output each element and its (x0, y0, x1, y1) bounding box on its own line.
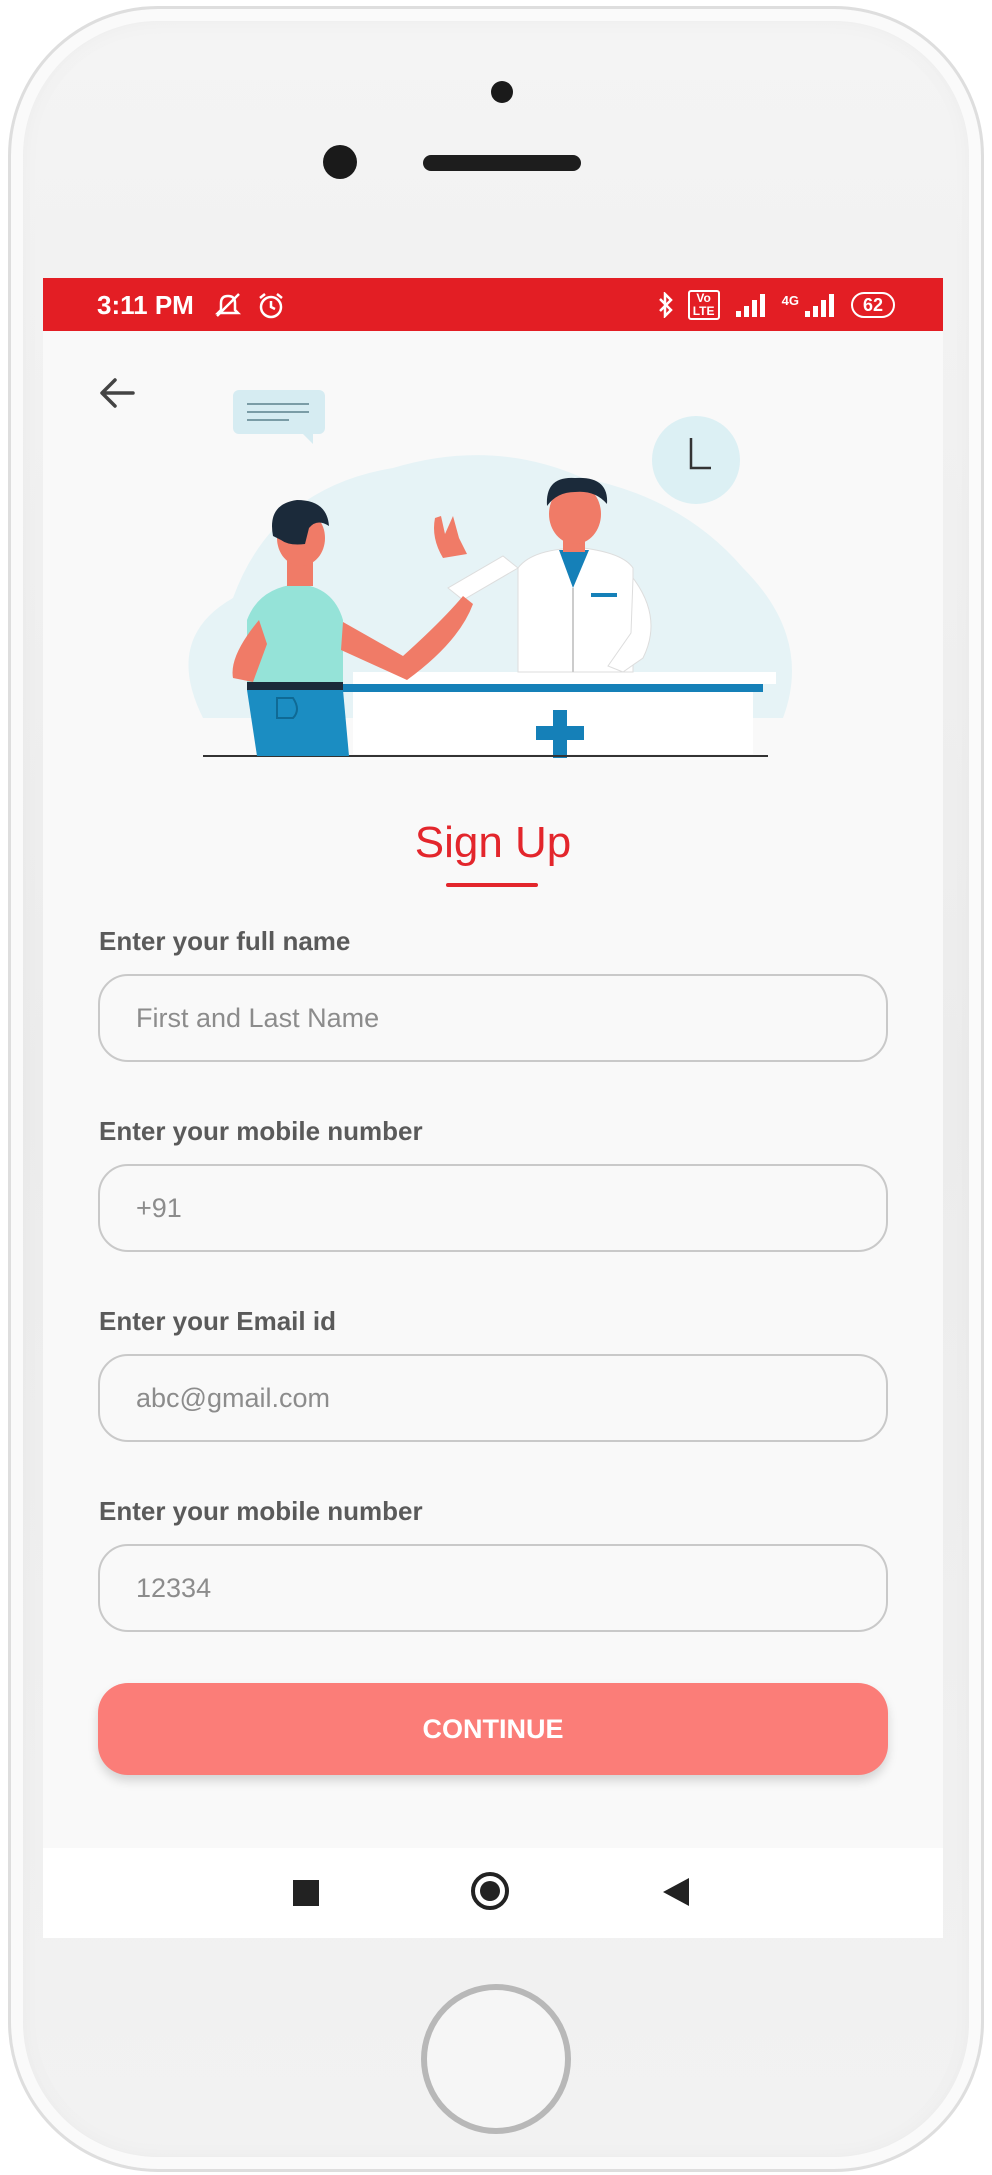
full-name-input[interactable] (98, 974, 888, 1062)
status-time: 3:11 PM (97, 290, 194, 320)
continue-button[interactable]: CONTINUE (98, 1683, 888, 1775)
recents-icon[interactable] (293, 1880, 319, 1906)
earpiece-speaker (423, 155, 581, 171)
network-type: 4G (781, 292, 799, 308)
home-button[interactable] (421, 1984, 571, 2134)
signal-icon (735, 294, 765, 317)
mobile-number-label: Enter your mobile number (99, 1116, 423, 1146)
back-icon[interactable] (663, 1878, 689, 1906)
mobile-number-input[interactable] (98, 1164, 888, 1252)
mobile-number-2-input[interactable] (98, 1544, 888, 1632)
4g-signal-icon (804, 294, 834, 317)
home-icon[interactable] (471, 1872, 509, 1910)
silent-icon (214, 293, 242, 317)
bluetooth-icon (658, 292, 673, 318)
title-underline (446, 883, 538, 887)
alarm-icon (259, 293, 283, 319)
mobile-number-2-label: Enter your mobile number (99, 1496, 423, 1526)
arrow-left-icon[interactable] (93, 368, 143, 418)
app-screen: 3:11 PM Vo LTE 4G 62 Sign Up Enter your … (43, 278, 943, 1938)
status-right-icons: Vo LTE 4G 62 (658, 290, 895, 320)
front-camera (323, 145, 357, 179)
doctor-patient-illustration (188, 390, 793, 758)
email-label: Enter your Email id (99, 1306, 336, 1336)
status-bar: 3:11 PM Vo LTE 4G 62 (43, 278, 943, 331)
volte-icon: Vo LTE (687, 290, 720, 320)
email-input[interactable] (98, 1354, 888, 1442)
full-name-label: Enter your full name (99, 926, 351, 956)
page-title: Sign Up (414, 818, 572, 867)
battery-indicator: 62 (850, 292, 895, 318)
android-nav-bar (43, 1848, 943, 1938)
proximity-sensor (491, 81, 513, 103)
